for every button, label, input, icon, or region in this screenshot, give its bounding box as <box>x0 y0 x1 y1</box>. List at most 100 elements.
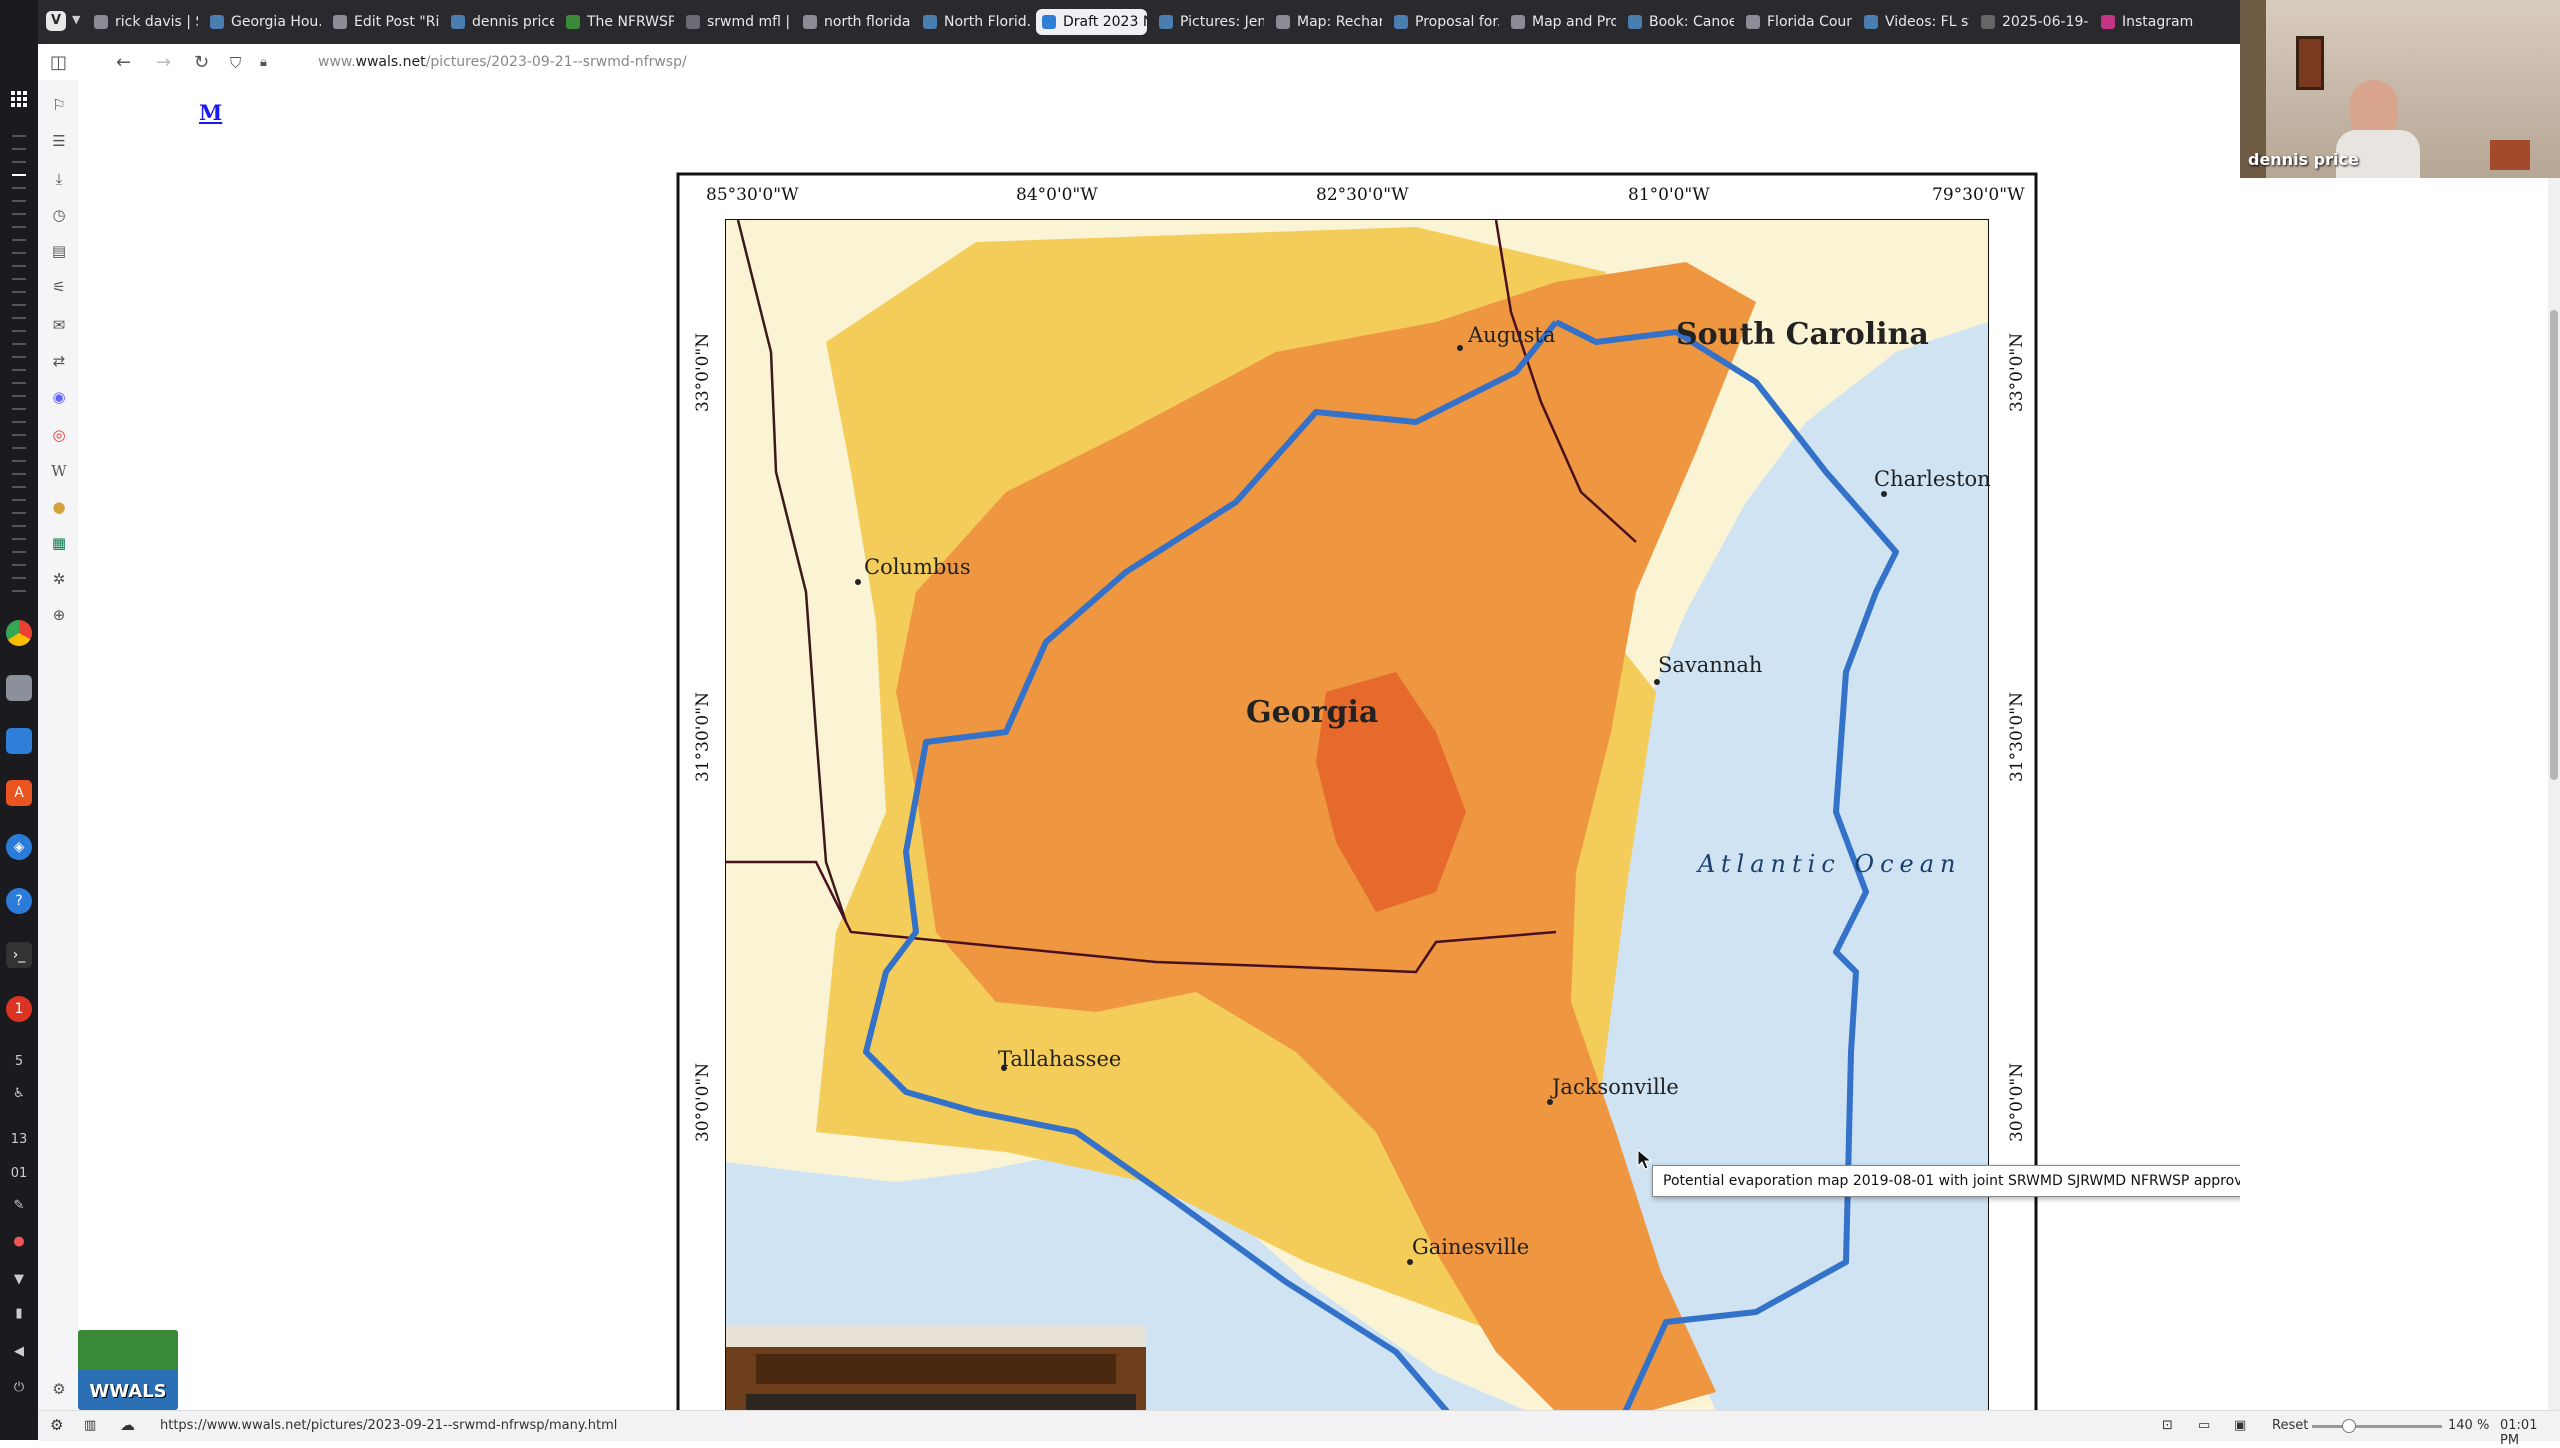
tab-favicon-icon <box>1746 15 1760 29</box>
translate-icon[interactable]: ⚟ <box>50 278 68 296</box>
forward-icon[interactable]: → <box>156 52 171 73</box>
wifi-icon[interactable]: ▼ <box>0 1272 38 1287</box>
vivaldi-icon[interactable]: ◎ <box>50 426 68 444</box>
mic-off-icon[interactable]: ✎ <box>0 1198 38 1213</box>
downloads-icon[interactable]: ⤓ <box>50 170 68 188</box>
reading-list-icon[interactable]: ☰ <box>50 132 68 150</box>
web-panel-icon[interactable]: ● <box>50 498 68 516</box>
tab-14[interactable]: Florida Coun... <box>1740 9 1852 35</box>
cloud-icon[interactable]: ☁ <box>120 1416 135 1434</box>
city-label: Gainesville <box>1412 1235 1529 1259</box>
terminal-icon[interactable]: ›_ <box>6 942 32 968</box>
tab-favicon-icon <box>2101 15 2115 29</box>
wikipedia-icon[interactable]: W <box>50 462 68 480</box>
zoom-slider-handle[interactable] <box>2342 1419 2356 1433</box>
tab-label: Proposal for... <box>1415 14 1499 30</box>
page-link-m[interactable]: M <box>199 100 222 125</box>
tab-11[interactable]: Proposal for... <box>1388 9 1499 35</box>
ocean-label: Atlantic Ocean <box>1696 850 1961 878</box>
latitude-label-right: 33°0'0"N <box>2007 333 2027 412</box>
settings-panel-icon[interactable]: ✲ <box>50 570 68 588</box>
tab-label: North Florid... <box>944 14 1030 30</box>
tab-16[interactable]: 2025-06-19-... <box>1975 9 2089 35</box>
wwals-logo[interactable]: WWALS <box>78 1330 178 1410</box>
zoom-slider[interactable] <box>2312 1419 2442 1433</box>
chrome-icon[interactable] <box>6 620 32 646</box>
power-icon[interactable]: ⏻ <box>0 1380 38 1395</box>
tab-9[interactable]: Pictures: Jen... <box>1153 9 1264 35</box>
tab-menu-chevron-icon[interactable]: ▼ <box>72 13 80 26</box>
city-label: Charleston <box>1874 467 1991 491</box>
page-actions-icon[interactable]: ▭ <box>2198 1418 2210 1433</box>
sheet-icon[interactable]: ▦ <box>50 534 68 552</box>
mail-icon[interactable]: ✉ <box>50 316 68 334</box>
settings-icon[interactable]: ⚙ <box>50 1380 68 1398</box>
video-call-thumbnail[interactable]: dennis price <box>2240 0 2560 178</box>
shield-icon[interactable]: ⛉ <box>230 54 241 72</box>
tab-3[interactable]: dennis price ... <box>445 9 554 35</box>
tab-label: Map: Rechar... <box>1297 14 1382 30</box>
city-label: Jacksonville <box>1550 1075 1679 1099</box>
settings-icon[interactable]: ⚙ <box>50 1416 63 1434</box>
notification-badge-icon[interactable]: 1 <box>6 996 32 1022</box>
zoom-reset-button[interactable]: Reset <box>2272 1418 2308 1433</box>
tab-label: Florida Coun... <box>1767 14 1852 30</box>
tab-10[interactable]: Map: Rechar... <box>1270 9 1382 35</box>
scrollbar-thumb[interactable] <box>2550 310 2558 780</box>
tab-label: dennis price ... <box>472 14 554 30</box>
tab-label: Book: Canoei... <box>1649 14 1734 30</box>
image-toggle-icon[interactable]: ▣ <box>2234 1418 2246 1433</box>
tab-5[interactable]: srwmd mfl | ... <box>680 9 791 35</box>
longitude-label: 79°30'0"W <box>1932 185 2025 205</box>
longitude-label: 85°30'0"W <box>706 185 799 205</box>
tile-icon[interactable]: ▥ <box>84 1418 96 1433</box>
url-field[interactable]: www.wwals.net/pictures/2023-09-21--srwmd… <box>318 54 687 70</box>
panel-toggle-icon[interactable]: ◫ <box>50 52 67 73</box>
tab-13[interactable]: Book: Canoei... <box>1622 9 1734 35</box>
page-content: M 85°30'0"W 84°0'0"W 82°30'0"W 81°0'0"W … <box>78 80 2240 1410</box>
bookmarks-icon[interactable]: ⚐ <box>50 96 68 114</box>
reload-icon[interactable]: ↻ <box>194 52 209 73</box>
tab-label: north florida ... <box>824 14 911 30</box>
tab-15[interactable]: Videos: FL st... <box>1858 9 1969 35</box>
tab-6[interactable]: north florida ... <box>797 9 911 35</box>
battery-icon[interactable]: ▮ <box>0 1306 38 1321</box>
back-icon[interactable]: ← <box>116 52 131 73</box>
tab-4[interactable]: The NFRWSP"... <box>560 9 674 35</box>
files-icon[interactable] <box>6 675 32 701</box>
history-icon[interactable]: ◷ <box>50 206 68 224</box>
tab-2[interactable]: Edit Post "Riv... <box>327 9 439 35</box>
tab-favicon-icon <box>451 15 465 29</box>
tab-favicon-icon <box>923 15 937 29</box>
notes-icon[interactable]: ▤ <box>50 242 68 260</box>
tab-label: Map and Pro... <box>1532 14 1616 30</box>
tab-12[interactable]: Map and Pro... <box>1505 9 1616 35</box>
tab-label: srwmd mfl | ... <box>707 14 791 30</box>
volume-icon[interactable]: ◀ <box>0 1344 38 1359</box>
tab-label: Pictures: Jen... <box>1180 14 1264 30</box>
tab-label: The NFRWSP"... <box>587 14 674 30</box>
mastodon-icon[interactable]: ◉ <box>50 388 68 406</box>
page-scrollbar[interactable] <box>2548 80 2560 1410</box>
tab-favicon-icon <box>333 15 347 29</box>
add-panel-icon[interactable]: ⊕ <box>50 606 68 624</box>
vivaldi-menu-icon[interactable]: V <box>46 11 66 31</box>
writer-icon[interactable] <box>6 728 32 754</box>
tab-8[interactable]: Draft 2023 Nor <box>1036 9 1147 35</box>
tab-label: rick davis | S... <box>115 14 198 30</box>
apps-grid-icon[interactable] <box>6 86 32 112</box>
tab-7[interactable]: North Florid... <box>917 9 1030 35</box>
accessibility-icon[interactable]: ♿ <box>0 1086 38 1101</box>
store-icon[interactable]: ◈ <box>6 834 32 860</box>
tab-17[interactable]: Instagram <box>2095 9 2205 35</box>
sync-icon[interactable]: ⇄ <box>50 352 68 370</box>
image-tooltip: Potential evaporation map 2019-08-01 wit… <box>1652 1165 2240 1197</box>
meeting-photo <box>726 1325 1146 1410</box>
tab-0[interactable]: rick davis | S... <box>88 9 198 35</box>
tab-1[interactable]: Georgia Hou... <box>204 9 321 35</box>
capture-icon[interactable]: ⊡ <box>2162 1418 2173 1433</box>
software-icon[interactable]: A <box>6 780 32 806</box>
help-icon[interactable]: ? <box>6 888 32 914</box>
mic-icon[interactable]: ● <box>0 1234 38 1249</box>
potential-evaporation-map[interactable]: 85°30'0"W 84°0'0"W 82°30'0"W 81°0'0"W 79… <box>676 172 2038 1410</box>
